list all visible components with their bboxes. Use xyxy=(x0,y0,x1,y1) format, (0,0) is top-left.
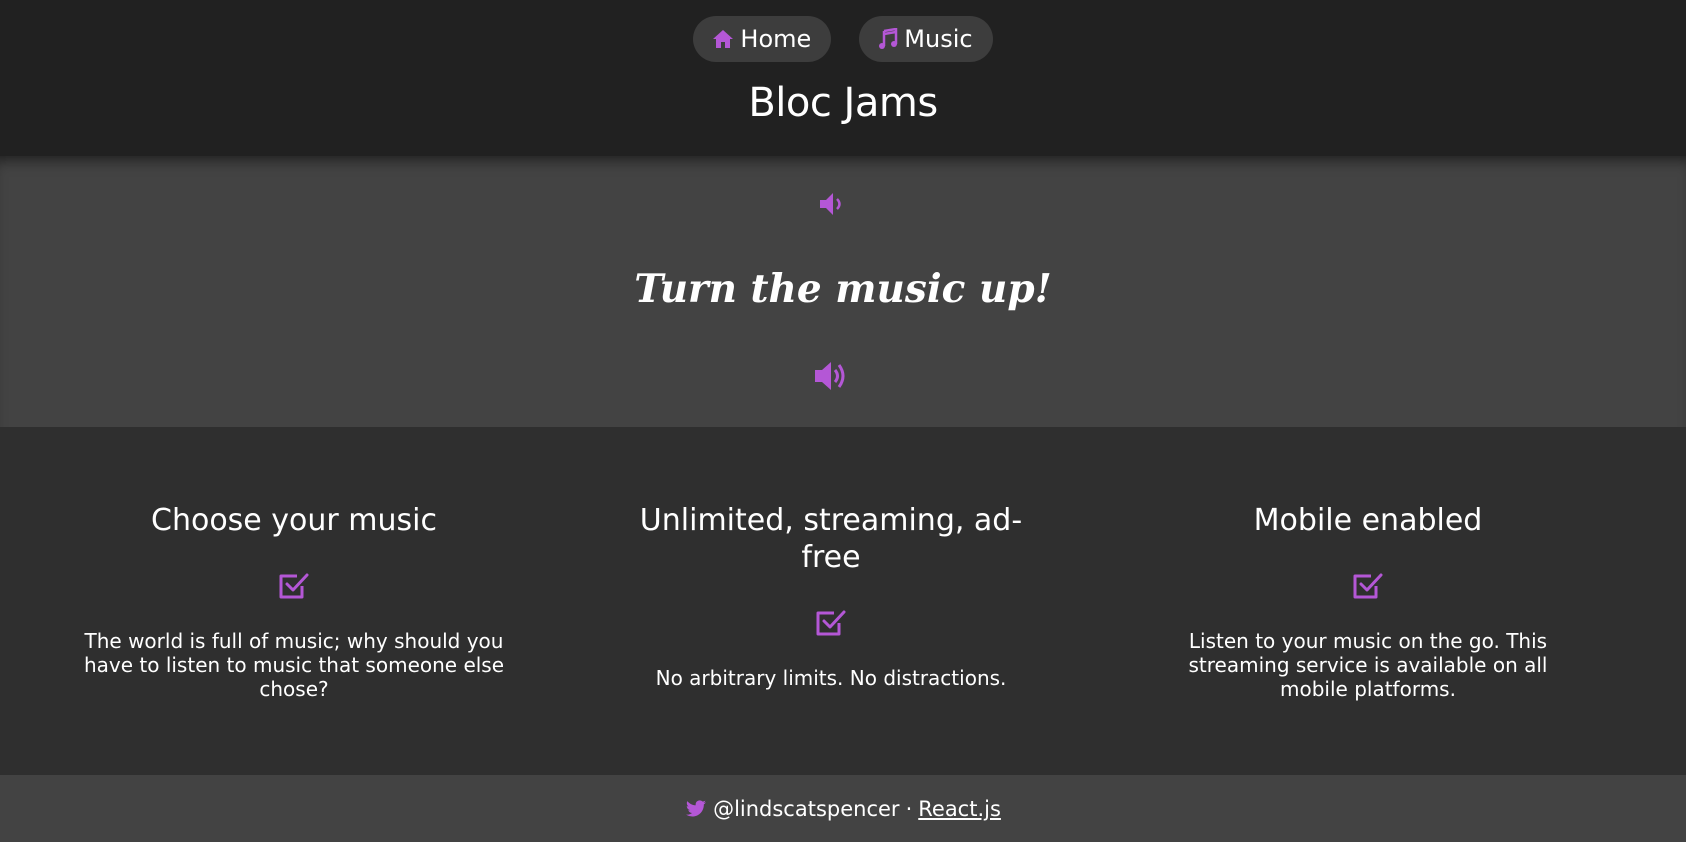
nav-music-link[interactable]: Music xyxy=(859,16,993,62)
music-note-icon xyxy=(879,28,898,49)
hero-title: Turn the music up! xyxy=(634,266,1052,312)
site-title: Bloc Jams xyxy=(748,80,938,126)
footer-separator: · xyxy=(905,796,913,821)
feature-title: Choose your music xyxy=(151,503,437,538)
twitter-icon[interactable] xyxy=(685,799,707,818)
nav-home-label: Home xyxy=(740,25,812,53)
site-footer: @lindscatspencer · React.js xyxy=(0,775,1686,842)
main-nav: Home Music xyxy=(0,16,1686,62)
checkbox-icon xyxy=(1353,573,1383,599)
feature-description: Listen to your music on the go. This str… xyxy=(1188,629,1548,701)
site-header: Home Music Bloc Jams xyxy=(0,0,1686,156)
checkbox-icon xyxy=(279,573,309,599)
feature-title: Mobile enabled xyxy=(1253,503,1483,538)
feature-card: Unlimited, streaming, ad-free No arbitra… xyxy=(616,502,1046,690)
features-section: Choose your music The world is full of m… xyxy=(0,427,1686,775)
hero-section: Turn the music up! xyxy=(0,156,1686,427)
volume-low-icon xyxy=(820,193,841,215)
nav-music-label: Music xyxy=(904,25,973,53)
feature-description: The world is full of music; why should y… xyxy=(83,629,505,701)
feature-description: No arbitrary limits. No distractions. xyxy=(655,666,1007,690)
volume-high-icon xyxy=(815,362,845,390)
feature-title: Unlimited, streaming, ad-free xyxy=(639,503,1023,575)
nav-home-link[interactable]: Home xyxy=(693,16,832,62)
react-link[interactable]: React.js xyxy=(918,797,1001,821)
checkbox-icon xyxy=(816,610,846,636)
twitter-handle[interactable]: @lindscatspencer xyxy=(713,797,900,821)
feature-card: Choose your music The world is full of m… xyxy=(79,502,509,701)
home-icon xyxy=(713,30,734,48)
feature-card: Mobile enabled Listen to your music on t… xyxy=(1153,502,1583,701)
